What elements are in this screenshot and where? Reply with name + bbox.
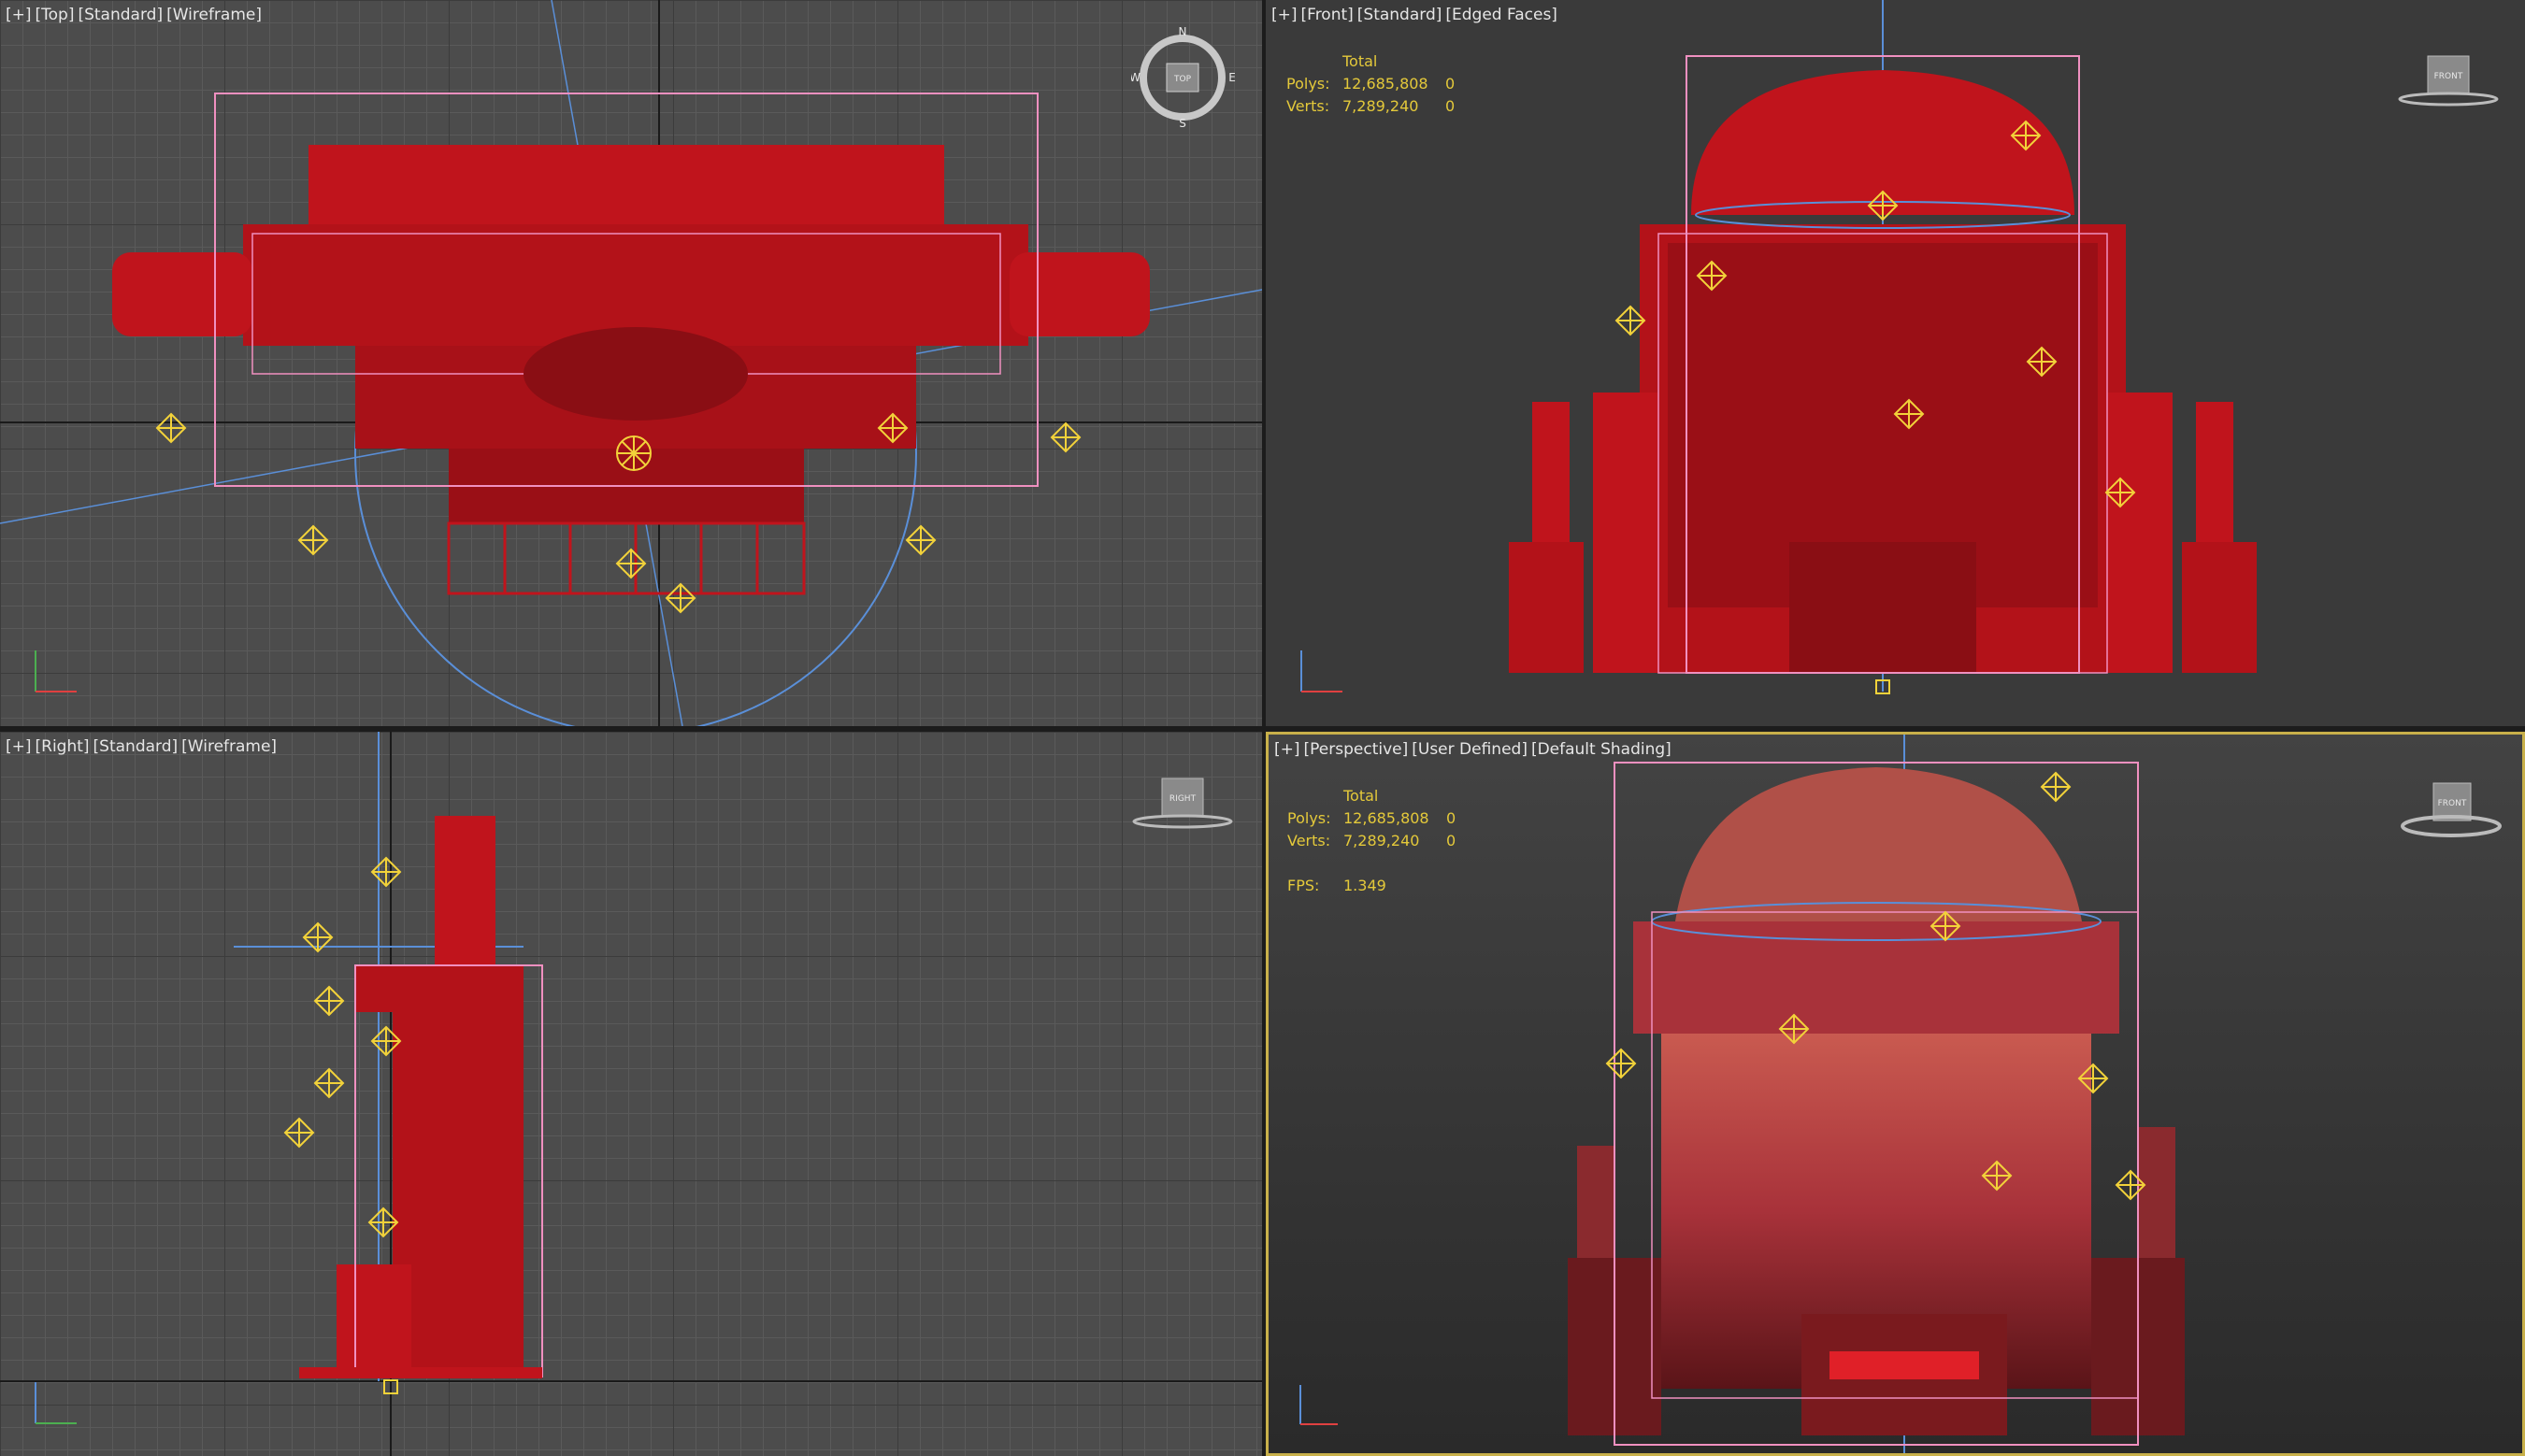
viewport-point-of-view[interactable]: [Front] [1301,6,1354,24]
viewcube-icon[interactable]: FRONT [2397,47,2500,112]
axis-tripod-icon [1299,1385,1338,1425]
right-view-scene [0,732,1262,1456]
viewport-perspective[interactable]: [+] [Perspective] [User Defined] [Default S… [1266,732,2525,1456]
viewcube[interactable]: RIGHT [1131,769,1234,838]
viewcube-icon[interactable]: RIGHT [1131,769,1234,835]
compass-west: W [1131,71,1141,84]
viewport-standard[interactable]: [User Defined] [1412,740,1528,759]
stats-total-label: Total [1343,787,1379,805]
viewcube-icon[interactable]: FRONT [2400,772,2503,847]
stats-verts-selected: 0 [1445,97,1456,115]
stats-verts-selected: 0 [1446,832,1456,849]
stats-verts-value: 7,289,240 [1343,832,1420,849]
viewport-point-of-view[interactable]: [Top] [36,6,75,24]
axis-tripod-icon [35,650,77,692]
stats-total-label: Total [1342,52,1378,70]
viewport-shading[interactable]: [Edged Faces] [1445,6,1557,24]
stats-polys-value: 12,685,808 [1343,809,1429,827]
viewport-top[interactable]: [+] [Top] [Standard] [Wireframe] TOP N S… [0,0,1262,726]
viewport-menu-plus[interactable]: [+] [6,6,32,24]
viewcube[interactable]: FRONT [2397,47,2500,116]
viewcube-label: FRONT [2438,799,2467,808]
altar-top-model [112,93,1150,595]
viewport-standard[interactable]: [Standard] [78,6,163,24]
viewcube-label: FRONT [2434,72,2463,81]
compass-east: E [1228,71,1236,84]
compass-icon[interactable]: TOP N S E W [1129,25,1243,130]
stats-fps-label: FPS: [1287,877,1320,894]
stats-panel-perspective: Total Polys: 12,685,808 0 Verts: 7,289,240 0… [1287,787,1530,899]
viewport-standard[interactable]: [Standard] [93,737,179,756]
axis-tripod-icon [1300,650,1342,692]
stats-polys-selected: 0 [1445,75,1456,93]
viewport-shading[interactable]: [Wireframe] [181,737,277,756]
viewport-point-of-view[interactable]: [Right] [36,737,90,756]
compass-south: S [1179,117,1186,129]
compass-north: N [1179,26,1187,38]
axis-tripod-icon [35,1382,77,1424]
stats-verts-label: Verts: [1287,832,1331,849]
viewport-menu-plus[interactable]: [+] [6,737,32,756]
top-view-scene [0,0,1262,726]
altar-perspective-model [1568,762,2185,1446]
stats-panel-front: Total Polys: 12,685,808 0 Verts: 7,289,240 0 [1286,52,1529,120]
stats-verts-label: Verts: [1286,97,1330,115]
stats-polys-label: Polys: [1287,809,1331,827]
viewport-shading[interactable]: [Default Shading] [1531,740,1671,759]
viewport-label-perspective[interactable]: [+] [Perspective] [User Defined] [Default S… [1274,740,1675,759]
viewport-point-of-view[interactable]: [Perspective] [1304,740,1409,759]
compass-center-label: TOP [1173,75,1192,84]
viewport-front[interactable]: [+] [Front] [Standard] [Edged Faces] Total … [1266,0,2525,726]
viewcube-label: RIGHT [1169,794,1197,804]
altar-side-model [299,816,543,1378]
max-viewport-layout: [+] [Top] [Standard] [Wireframe] TOP N S… [0,0,2525,1456]
viewport-menu-plus[interactable]: [+] [1271,6,1298,24]
stats-polys-value: 12,685,808 [1342,75,1428,93]
viewcube[interactable]: FRONT [2400,772,2503,850]
viewport-label-right[interactable]: [+] [Right] [Standard] [Wireframe] [6,737,280,756]
viewport-right[interactable]: [+] [Right] [Standard] [Wireframe] RIGHT [0,732,1262,1456]
viewport-label-top[interactable]: [+] [Top] [Standard] [Wireframe] [6,6,265,24]
stats-polys-label: Polys: [1286,75,1330,93]
stats-verts-value: 7,289,240 [1342,97,1419,115]
viewport-shading[interactable]: [Wireframe] [166,6,262,24]
stats-fps-value: 1.349 [1343,877,1386,894]
viewport-standard[interactable]: [Standard] [1357,6,1442,24]
compass-viewcube[interactable]: TOP N S E W [1129,25,1243,133]
altar-front-model [1509,55,2257,674]
viewport-menu-plus[interactable]: [+] [1274,740,1300,759]
viewport-label-front[interactable]: [+] [Front] [Standard] [Edged Faces] [1271,6,1561,24]
stats-polys-selected: 0 [1446,809,1456,827]
